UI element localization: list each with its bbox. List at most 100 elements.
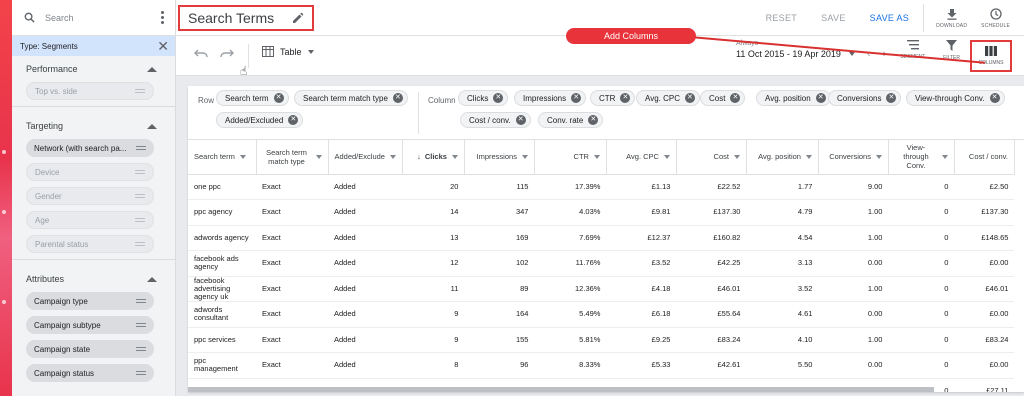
column-header[interactable]: Added/Exclude	[328, 140, 403, 175]
remove-chip-icon[interactable]: ✕	[886, 93, 897, 103]
segment-chip[interactable]: Device	[26, 163, 154, 181]
segment-chip[interactable]: Parental status	[26, 235, 154, 253]
save-button[interactable]: SAVE	[821, 13, 846, 23]
drag-handle-icon[interactable]	[136, 146, 146, 150]
sidebar-search[interactable]: Search	[12, 0, 175, 36]
column-header[interactable]: Avg. position	[746, 140, 819, 175]
horizontal-scrollbar[interactable]	[188, 387, 934, 392]
table-row[interactable]: one ppc Exact Added 20 115 17.39% £1.13 £22.52 1…	[188, 174, 1015, 200]
remove-chip-icon[interactable]: ✕	[273, 93, 284, 103]
segment-chip[interactable]: Campaign subtype	[26, 316, 154, 334]
column-header[interactable]: ↓ Clicks	[402, 140, 465, 175]
chevron-up-icon[interactable]	[147, 123, 157, 129]
drag-handle-icon[interactable]	[136, 299, 146, 303]
chevron-down-icon[interactable]	[451, 154, 458, 159]
prev-period-icon[interactable]: ‹	[867, 48, 871, 60]
remove-chip-icon[interactable]: ✕	[288, 115, 299, 125]
table-row[interactable]: ppc agency Exact Added 14 347 4.03% £9.81 £137.…	[188, 199, 1015, 226]
column-metric-chip[interactable]: Clicks ✕	[458, 90, 509, 106]
chevron-down-icon[interactable]	[941, 154, 948, 159]
redo-icon[interactable]	[220, 48, 234, 58]
segment-chip[interactable]: Campaign state	[26, 340, 154, 358]
segment-chip[interactable]: Campaign type	[26, 292, 154, 310]
column-header[interactable]: Search term match type	[256, 140, 329, 175]
chevron-down-icon[interactable]	[875, 154, 882, 159]
report-title-box[interactable]: Search Terms	[178, 4, 314, 31]
view-type-dropdown[interactable]: Table	[262, 46, 314, 57]
chevron-up-icon[interactable]	[147, 66, 157, 72]
undo-icon[interactable]	[194, 48, 208, 58]
reset-button[interactable]: RESET	[766, 13, 798, 23]
filter-button[interactable]: FILTER	[943, 40, 960, 72]
segment-chip[interactable]: Age	[26, 211, 154, 229]
column-metric-chip[interactable]: Cost ✕	[700, 90, 746, 106]
drag-handle-icon[interactable]	[135, 218, 145, 222]
column-header[interactable]: Search term	[188, 140, 257, 175]
schedule-button[interactable]: SCHEDULE	[981, 7, 1010, 29]
type-selector[interactable]: Type: Segments ✕	[12, 36, 175, 56]
drag-handle-icon[interactable]	[136, 347, 146, 351]
column-metric-chip[interactable]: View-through Conv. ✕	[906, 90, 1005, 106]
row-dimension-chip[interactable]: Search term match type ✕	[294, 90, 408, 106]
chevron-down-icon[interactable]	[593, 154, 600, 159]
column-header[interactable]: View-through Conv.	[888, 140, 955, 175]
remove-chip-icon[interactable]: ✕	[730, 93, 741, 103]
remove-chip-icon[interactable]: ✕	[815, 93, 826, 103]
segment-chip[interactable]: Top vs. side	[26, 82, 154, 100]
chevron-down-icon[interactable]	[239, 154, 246, 159]
remove-chip-icon[interactable]: ✕	[588, 115, 599, 125]
row-dimension-chip[interactable]: Added/Excluded ✕	[216, 112, 304, 128]
segment-chip[interactable]: Network (with search pa...	[26, 139, 154, 157]
download-button[interactable]: DOWNLOAD	[936, 8, 967, 29]
chevron-down-icon[interactable]	[663, 154, 670, 159]
table-row[interactable]: adwords consultant Exact Added 9 164 5.49% £6.…	[188, 301, 1015, 328]
columns-button[interactable]: COLUMNS	[970, 40, 1012, 72]
remove-chip-icon[interactable]: ✕	[684, 93, 695, 103]
section-header[interactable]: Attributes	[12, 266, 175, 292]
drag-handle-icon[interactable]	[135, 242, 145, 246]
remove-chip-icon[interactable]: ✕	[392, 93, 403, 103]
table-row[interactable]: adwords agency Exact Added 13 169 7.69% £12.37…	[188, 225, 1015, 251]
chevron-down-icon[interactable]	[733, 154, 740, 159]
remove-chip-icon[interactable]: ✕	[515, 115, 526, 125]
column-metric-chip[interactable]: Conversions ✕	[828, 90, 902, 106]
segment-chip[interactable]: Gender	[26, 187, 154, 205]
table-row[interactable]: facebook advertising agency uk Exact Added…	[188, 276, 1015, 302]
save-as-button[interactable]: SAVE AS	[870, 13, 909, 23]
column-header[interactable]: Conversions	[818, 140, 889, 175]
row-dimension-chip[interactable]: Search term ✕	[216, 90, 289, 106]
table-row[interactable]: facebook ads agency Exact Added 12 102 11.76%…	[188, 250, 1015, 277]
column-header[interactable]: Impressions	[464, 140, 535, 175]
drag-handle-icon[interactable]	[135, 89, 145, 93]
column-metric-chip[interactable]: CTR ✕	[590, 90, 636, 106]
chevron-up-icon[interactable]	[147, 276, 157, 282]
segment-chip[interactable]: Campaign status	[26, 364, 154, 382]
table-row[interactable]: ppc management Exact Added 8 96 8.33% £5.33 £42…	[188, 352, 1015, 379]
chevron-down-icon[interactable]	[389, 154, 396, 159]
column-header[interactable]: Cost	[676, 140, 747, 175]
drag-handle-icon[interactable]	[136, 371, 146, 375]
drag-handle-icon[interactable]	[135, 170, 145, 174]
remove-chip-icon[interactable]: ✕	[571, 93, 582, 103]
column-metric-chip[interactable]: Conv. rate ✕	[538, 112, 604, 128]
column-header[interactable]: Avg. CPC	[606, 140, 677, 175]
more-vert-icon[interactable]	[157, 11, 167, 24]
chevron-down-icon[interactable]	[315, 154, 322, 159]
section-header[interactable]: Performance	[12, 56, 175, 82]
column-metric-chip[interactable]: Cost / conv. ✕	[460, 112, 531, 128]
edit-pencil-icon[interactable]	[292, 12, 304, 24]
remove-chip-icon[interactable]: ✕	[620, 93, 631, 103]
search-input[interactable]: Search	[45, 13, 157, 23]
section-header[interactable]: Targeting	[12, 113, 175, 139]
column-header[interactable]: CTR	[534, 140, 607, 175]
column-metric-chip[interactable]: Avg. position ✕	[756, 90, 831, 106]
column-header[interactable]: Cost / conv.	[954, 140, 1015, 175]
chevron-down-icon[interactable]	[805, 154, 812, 159]
close-icon[interactable]: ✕	[157, 39, 169, 53]
chevron-down-icon[interactable]	[521, 154, 528, 159]
column-metric-chip[interactable]: Avg. CPC ✕	[636, 90, 700, 106]
remove-chip-icon[interactable]: ✕	[989, 93, 1000, 103]
drag-handle-icon[interactable]	[136, 323, 146, 327]
drag-handle-icon[interactable]	[135, 194, 145, 198]
remove-chip-icon[interactable]: ✕	[493, 93, 504, 103]
